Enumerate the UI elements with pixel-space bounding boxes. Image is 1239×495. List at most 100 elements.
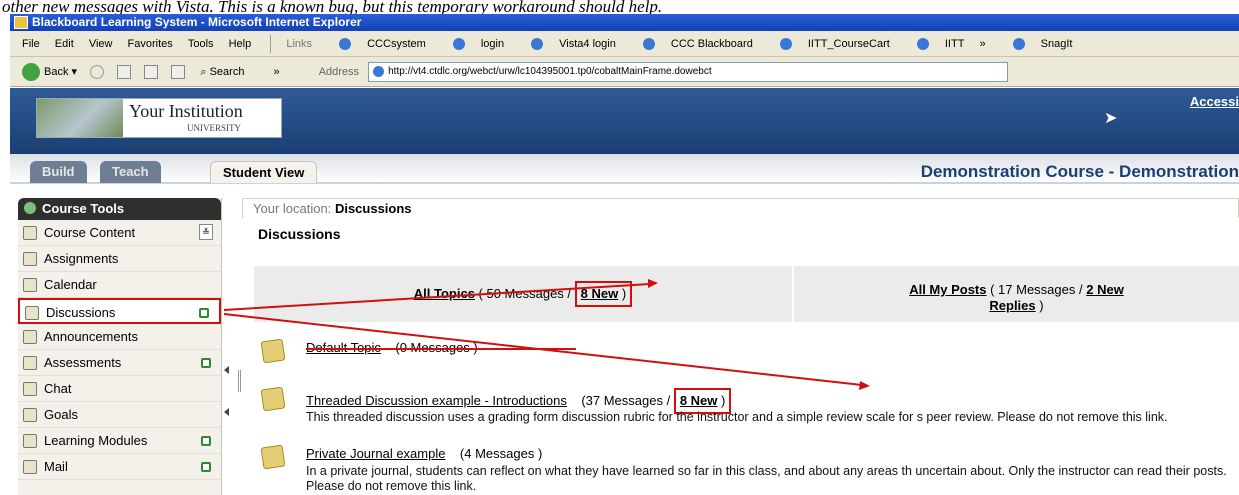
- menu-view[interactable]: View: [89, 31, 113, 56]
- menu-separator: [270, 35, 272, 54]
- sidebar-item-goals[interactable]: Goals: [18, 402, 221, 428]
- goals-icon: [23, 408, 37, 422]
- announcements-icon: [23, 330, 37, 344]
- address-bar[interactable]: http://vt4.ctdlc.org/webct/urw/lc1043950…: [368, 62, 1009, 83]
- assignments-icon: [23, 252, 37, 266]
- chat-icon: [23, 382, 37, 396]
- course-tools-icon: [24, 202, 36, 214]
- link-iitt[interactable]: IITT: [905, 31, 964, 56]
- discussions-icon: [25, 306, 39, 320]
- link-cccsystem[interactable]: CCCsystem: [327, 31, 426, 56]
- sidebar-item-announcements[interactable]: Announcements: [18, 324, 221, 350]
- search-label: Search: [209, 66, 245, 79]
- forward-arrow-icon: [90, 65, 105, 80]
- all-topics-link[interactable]: All Topics: [414, 286, 475, 301]
- sidebar-item-chat[interactable]: Chat: [18, 376, 221, 402]
- new-indicator-icon: [201, 358, 211, 368]
- calendar-icon: [23, 278, 37, 292]
- topic-title-link[interactable]: Private Journal example: [306, 446, 445, 461]
- menu-favorites[interactable]: Favorites: [128, 31, 173, 56]
- sidebar-item-learning-modules[interactable]: Learning Modules: [18, 428, 221, 454]
- institution-header: Your Institution UNIVERSITY Accessi ➤: [10, 88, 1239, 154]
- link-login-label: login: [480, 38, 505, 50]
- breadcrumb-current: Discussions: [334, 201, 412, 216]
- link-iitt-coursecart[interactable]: IITT_CourseCart: [768, 31, 890, 56]
- links-more-chevron[interactable]: »: [979, 31, 985, 56]
- sidebar-item-assessments[interactable]: Assessments: [18, 350, 221, 376]
- paren-close: ): [721, 393, 726, 408]
- people-icon: [531, 38, 544, 51]
- menu-tools[interactable]: Tools: [188, 31, 214, 56]
- link-login[interactable]: login: [441, 31, 505, 56]
- forward-button[interactable]: [80, 57, 105, 86]
- window-title-bar: Blackboard Learning System - Microsoft I…: [10, 14, 1239, 31]
- institution-logo: Your Institution UNIVERSITY: [36, 98, 282, 138]
- assessments-icon: [23, 356, 37, 370]
- topic-folder-icon: [260, 338, 286, 364]
- back-button[interactable]: Back ▾: [22, 57, 77, 86]
- course-title: Demonstration Course - Demonstration: [920, 162, 1239, 181]
- menu-help[interactable]: Help: [229, 31, 252, 56]
- snagit-label: SnagIt: [1040, 38, 1073, 50]
- sidebar-item-course-content[interactable]: Course Content ≚: [18, 220, 221, 246]
- annotation-arrow-overlap: [306, 348, 576, 350]
- globe-icon: [779, 38, 792, 51]
- collapse-left-icon[interactable]: [224, 408, 229, 416]
- sidebar-resize-handle[interactable]: [224, 360, 241, 430]
- menu-file[interactable]: File: [22, 31, 40, 56]
- mouse-cursor-icon: ➤: [1104, 110, 1118, 127]
- tab-build[interactable]: Build: [30, 161, 87, 183]
- link-ccc-blackboard[interactable]: CCC Blackboard: [631, 31, 753, 56]
- link-vista4-label: Vista4 login: [559, 38, 616, 50]
- snagit-button[interactable]: SnagIt: [1001, 31, 1073, 56]
- topic-new-link[interactable]: 8 New: [680, 393, 718, 408]
- all-topics-count: ( 50 Messages /: [478, 286, 572, 301]
- sidebar-item-label: Chat: [44, 381, 72, 396]
- sidebar-item-label: Assessments: [44, 355, 122, 370]
- my-posts-summary: All My Posts ( 17 Messages / 2 New Repli…: [794, 266, 1239, 322]
- tab-teach[interactable]: Teach: [100, 161, 161, 183]
- mail-icon: [23, 460, 37, 474]
- topic-folder-icon: [260, 444, 286, 470]
- topic-folder-icon: [260, 386, 286, 412]
- paren-close: ): [621, 286, 627, 301]
- menu-edit[interactable]: Edit: [55, 31, 74, 56]
- topic-row: Private Journal example (4 Messages ): [306, 446, 542, 461]
- all-topics-new-highlight: 8 New ): [574, 281, 633, 307]
- globe-icon: [642, 38, 655, 51]
- topic-description: In a private journal, students can refle…: [306, 464, 1227, 493]
- my-posts-replies-link[interactable]: Replies: [989, 298, 1035, 313]
- collapse-toggle-icon[interactable]: ≚: [199, 224, 213, 240]
- topic-count: (4 Messages ): [459, 446, 543, 461]
- all-topics-new-link[interactable]: 8 New: [581, 286, 619, 301]
- discussions-content: Your location: Discussions Discussions A…: [242, 198, 1239, 495]
- all-topics-summary: All Topics ( 50 Messages / 8 New ): [254, 266, 792, 322]
- collapse-left-icon[interactable]: [224, 366, 229, 374]
- campus-photo: [37, 99, 123, 137]
- new-indicator-icon: [199, 308, 209, 318]
- breadcrumb-prefix: Your location:: [253, 201, 332, 216]
- toolbar-more-chevron[interactable]: »: [274, 57, 280, 86]
- my-posts-new-link[interactable]: 2 New: [1086, 282, 1124, 297]
- sidebar-item-label: Goals: [44, 407, 78, 422]
- sidebar-item-assignments[interactable]: Assignments: [18, 246, 221, 272]
- breadcrumb: Your location: Discussions: [242, 198, 1239, 218]
- home-icon[interactable]: [171, 65, 186, 80]
- all-my-posts-link[interactable]: All My Posts: [909, 282, 986, 297]
- ie-app-icon: [14, 16, 28, 29]
- sidebar-item-label: Mail: [44, 459, 68, 474]
- search-button[interactable]: ⌕ Search: [200, 57, 245, 86]
- sidebar-item-mail[interactable]: Mail: [18, 454, 221, 480]
- institution-name: Your Institution: [129, 101, 243, 121]
- topic-title-link[interactable]: Threaded Discussion example - Introducti…: [306, 393, 567, 408]
- course-content-icon: [23, 226, 37, 240]
- sidebar-item-calendar[interactable]: Calendar: [18, 272, 221, 298]
- stop-icon[interactable]: [117, 65, 132, 80]
- sidebar-item-label: Calendar: [44, 277, 97, 292]
- page-title: Discussions: [258, 226, 341, 242]
- link-vista4-login[interactable]: Vista4 login: [519, 31, 616, 56]
- tab-student-view[interactable]: Student View: [210, 161, 318, 183]
- refresh-icon[interactable]: [144, 65, 159, 80]
- sidebar-item-discussions[interactable]: Discussions: [18, 298, 221, 324]
- accessibility-link[interactable]: Accessi: [1190, 94, 1239, 109]
